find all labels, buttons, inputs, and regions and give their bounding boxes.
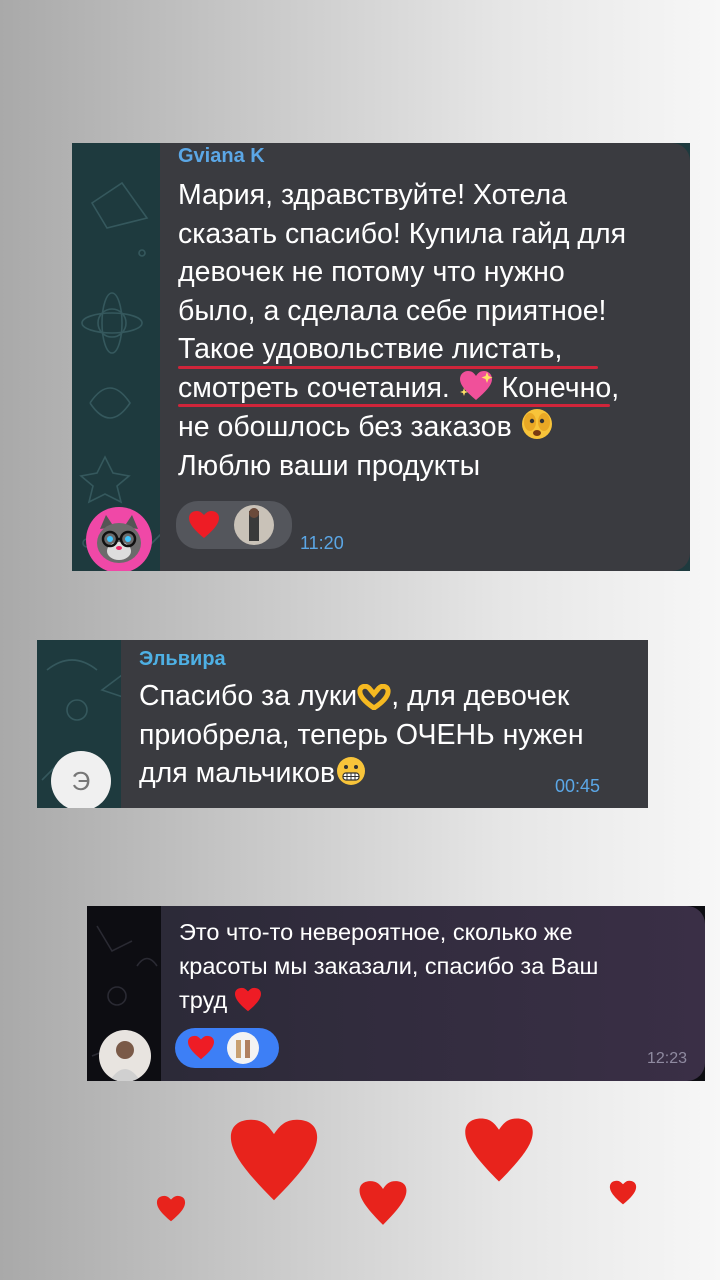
reactions-pill[interactable] bbox=[175, 1028, 279, 1068]
red-heart-icon bbox=[609, 1180, 637, 1205]
red-heart-icon bbox=[465, 1118, 533, 1182]
heart-reaction-icon bbox=[188, 510, 220, 540]
reactor-avatar bbox=[227, 1032, 259, 1064]
message-text-block: Это что-то невероятное, сколько же красо… bbox=[179, 915, 685, 1017]
red-underline bbox=[178, 404, 610, 407]
message-time: 00:45 bbox=[555, 776, 601, 796]
reactions-pill[interactable] bbox=[176, 501, 292, 549]
heart-hands-icon bbox=[357, 684, 391, 710]
cat-icon bbox=[97, 515, 141, 563]
red-heart-icon bbox=[359, 1181, 407, 1225]
red-underline bbox=[178, 366, 598, 369]
message-time: 12:23 bbox=[647, 1050, 688, 1067]
message-bubble[interactable]: Gviana K Мария, здравствуйте! Хотела ска… bbox=[160, 143, 690, 571]
avatar[interactable]: Э bbox=[51, 751, 111, 808]
grimacing-face-icon bbox=[337, 757, 366, 785]
avatar-letter: Э bbox=[71, 765, 91, 796]
red-heart-icon bbox=[156, 1195, 186, 1222]
cat-with-glasses-avatar[interactable] bbox=[86, 507, 152, 571]
message-bubble[interactable]: Это что-то невероятное, сколько же красо… bbox=[161, 906, 705, 1081]
sparkling-heart-icon bbox=[459, 370, 493, 400]
sender-name[interactable]: Gviana K bbox=[178, 143, 670, 168]
message-bubble[interactable]: Эльвира Спасибо за луки , для девочек пр… bbox=[121, 640, 648, 808]
reactor-avatar bbox=[234, 505, 274, 545]
face-peeking-eye-icon bbox=[521, 409, 552, 439]
chat-card-elvira: Э Эльвира Спасибо за луки , для девочек … bbox=[37, 640, 648, 808]
message-text-block: Мария, здравствуйте! Хотела сказать спас… bbox=[178, 176, 670, 485]
chat-card-gviana: Gviana K Мария, здравствуйте! Хотела ска… bbox=[72, 143, 690, 571]
message-time: 11:20 bbox=[300, 533, 344, 553]
sender-name[interactable]: Эльвира bbox=[139, 640, 628, 671]
message-text: Спасибо за луки bbox=[139, 680, 358, 712]
chat-card-anonymous: Это что-то невероятное, сколько же красо… bbox=[87, 906, 705, 1081]
heart-reaction-icon bbox=[187, 1035, 215, 1061]
red-heart-icon bbox=[234, 987, 261, 1012]
user-photo-avatar[interactable] bbox=[99, 1030, 151, 1081]
message-text: Мария, здравствуйте! Хотела сказать спас… bbox=[178, 179, 627, 404]
red-heart-icon bbox=[230, 1119, 318, 1201]
message-text-end: Люблю ваши продукты bbox=[178, 449, 481, 482]
